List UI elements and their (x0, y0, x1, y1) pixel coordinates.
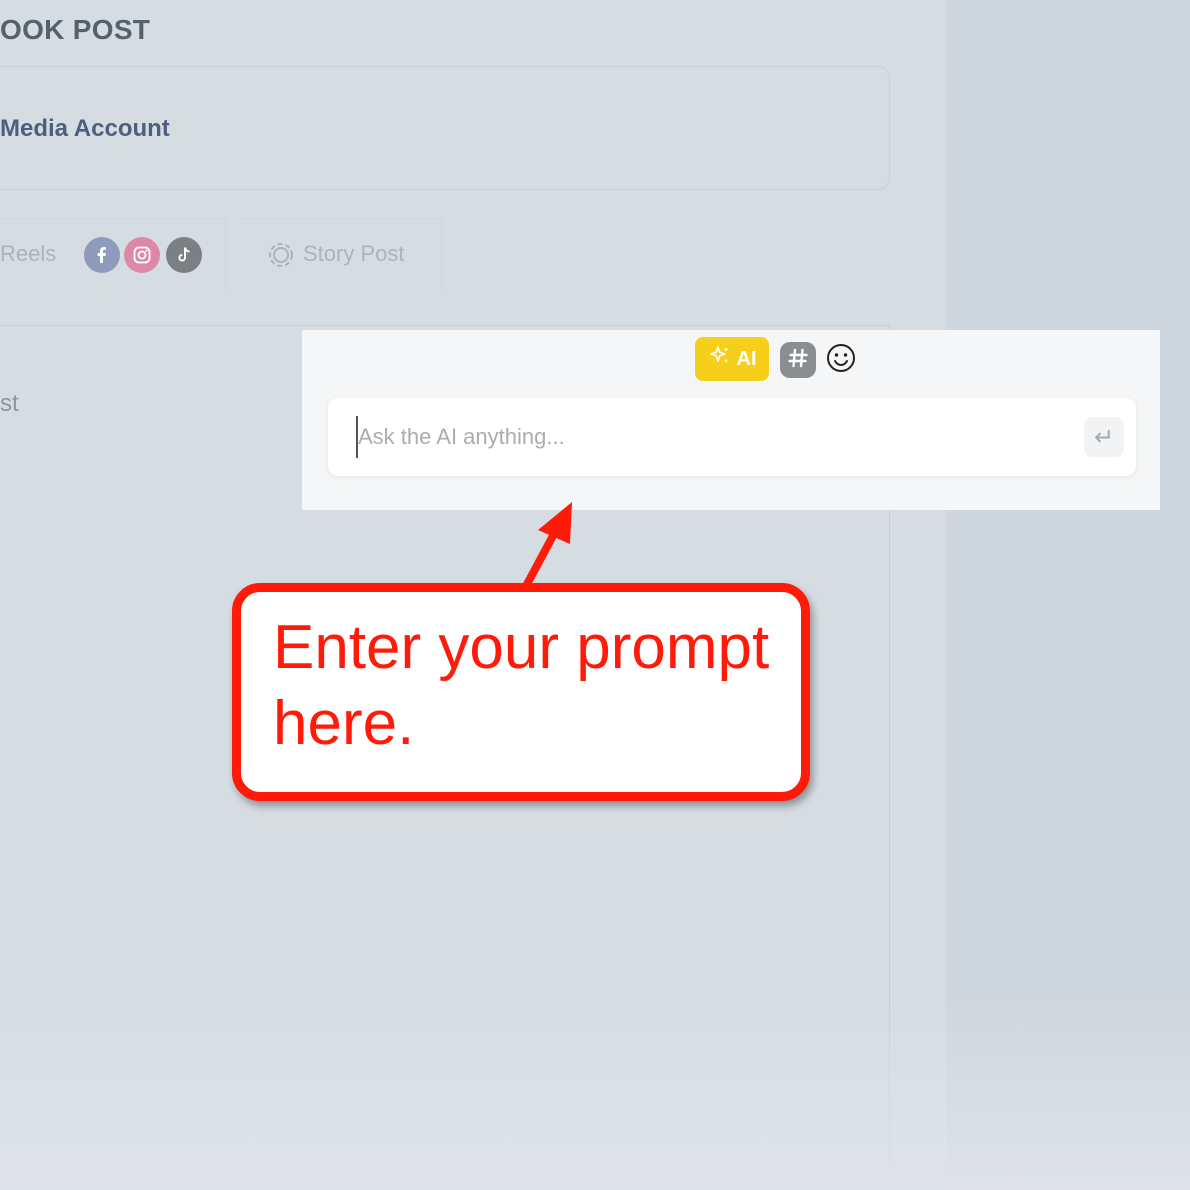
section-divider (0, 325, 890, 326)
bottom-fade (0, 1000, 1190, 1190)
ai-prompt-input[interactable] (356, 416, 1078, 458)
story-icon (266, 240, 296, 270)
hashtag-button[interactable] (780, 342, 816, 378)
ai-button[interactable]: AI (695, 337, 769, 381)
enter-icon: ↵ (1093, 423, 1115, 451)
tiktok-icon (166, 237, 202, 273)
tab-story-post-label: Story Post (303, 241, 405, 266)
facebook-icon (84, 237, 120, 273)
hashtag-icon (786, 346, 810, 375)
send-button[interactable]: ↵ (1084, 417, 1124, 457)
sparkle-icon (708, 344, 732, 374)
page-title: OOK POST (0, 14, 151, 45)
partial-text: st (0, 390, 19, 417)
prompt-box: ↵ (328, 398, 1136, 476)
account-label: Media Account (0, 115, 170, 142)
smiley-icon (825, 342, 857, 379)
instagram-icon (124, 237, 160, 273)
callout-box: Enter your prompt here. (232, 583, 810, 801)
emoji-button[interactable] (823, 342, 859, 378)
ai-button-label: AI (736, 347, 757, 370)
callout-text: Enter your prompt here. (273, 613, 770, 758)
tab-reels-label: Reels (0, 241, 57, 266)
